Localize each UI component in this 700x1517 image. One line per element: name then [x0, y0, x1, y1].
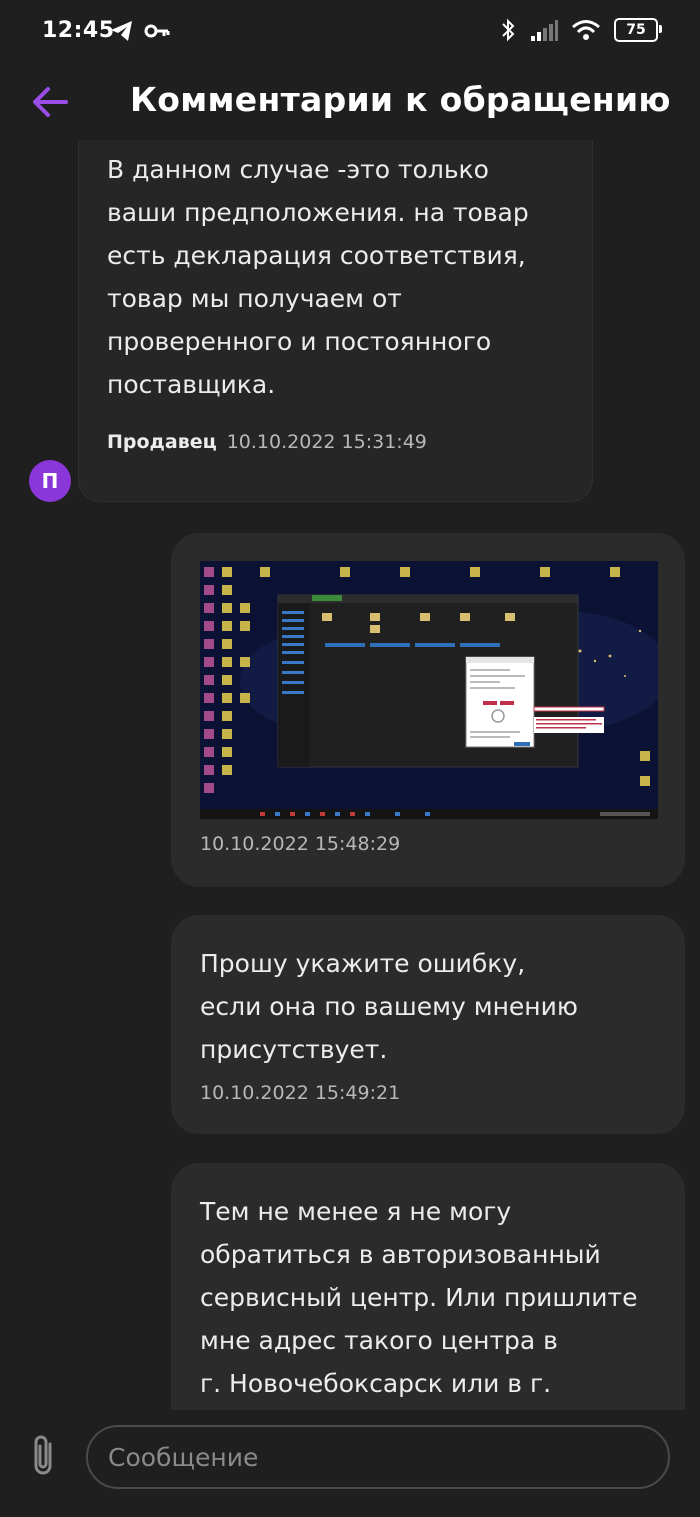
- chat-area[interactable]: В данном случае -это только ваши предпол…: [0, 140, 700, 1410]
- telegram-icon: [111, 21, 132, 41]
- message-text: Прошу укажите ошибку, если она по вашему…: [200, 949, 578, 1064]
- battery-indicator: 75: [614, 18, 662, 42]
- message-composer: [0, 1410, 700, 1517]
- message-text: В данном случае -это только ваши предпол…: [107, 155, 529, 399]
- screenshot-image[interactable]: [200, 561, 658, 819]
- message-meta: Продавец 10.10.2022 15:31:49: [107, 431, 427, 453]
- status-bar: 12:45 75: [0, 0, 700, 64]
- page-title: Комментарии к обращению: [130, 80, 671, 119]
- attach-button[interactable]: [26, 1432, 60, 1478]
- key-icon: [144, 24, 170, 38]
- message-time: 10.10.2022 15:49:21: [200, 1082, 401, 1104]
- message-text: Тем не менее я не могу обратиться в авто…: [200, 1197, 638, 1398]
- paperclip-icon: [34, 1435, 52, 1475]
- avatar: П: [29, 460, 71, 502]
- wifi-icon: [572, 20, 600, 40]
- bluetooth-icon: [502, 18, 515, 42]
- header: Комментарии к обращению: [0, 64, 700, 140]
- status-left-icons: [110, 20, 170, 42]
- status-right-icons: 75: [500, 18, 662, 42]
- status-time: 12:45: [42, 18, 115, 43]
- back-button[interactable]: [28, 82, 72, 122]
- outgoing-message: Тем не менее я не могу обратиться в авто…: [171, 1163, 685, 1410]
- signal-icon: [531, 20, 558, 41]
- outgoing-message-image: 10.10.2022 15:48:29: [171, 533, 685, 887]
- message-time: 10.10.2022 15:48:29: [200, 833, 401, 855]
- incoming-message: В данном случае -это только ваши предпол…: [78, 140, 593, 502]
- message-time: 10.10.2022 15:31:49: [226, 431, 427, 453]
- message-input[interactable]: [86, 1425, 670, 1489]
- arrow-left-icon: [33, 87, 68, 117]
- sender-name: Продавец: [107, 431, 217, 453]
- outgoing-message: Прошу укажите ошибку, если она по вашему…: [171, 915, 685, 1134]
